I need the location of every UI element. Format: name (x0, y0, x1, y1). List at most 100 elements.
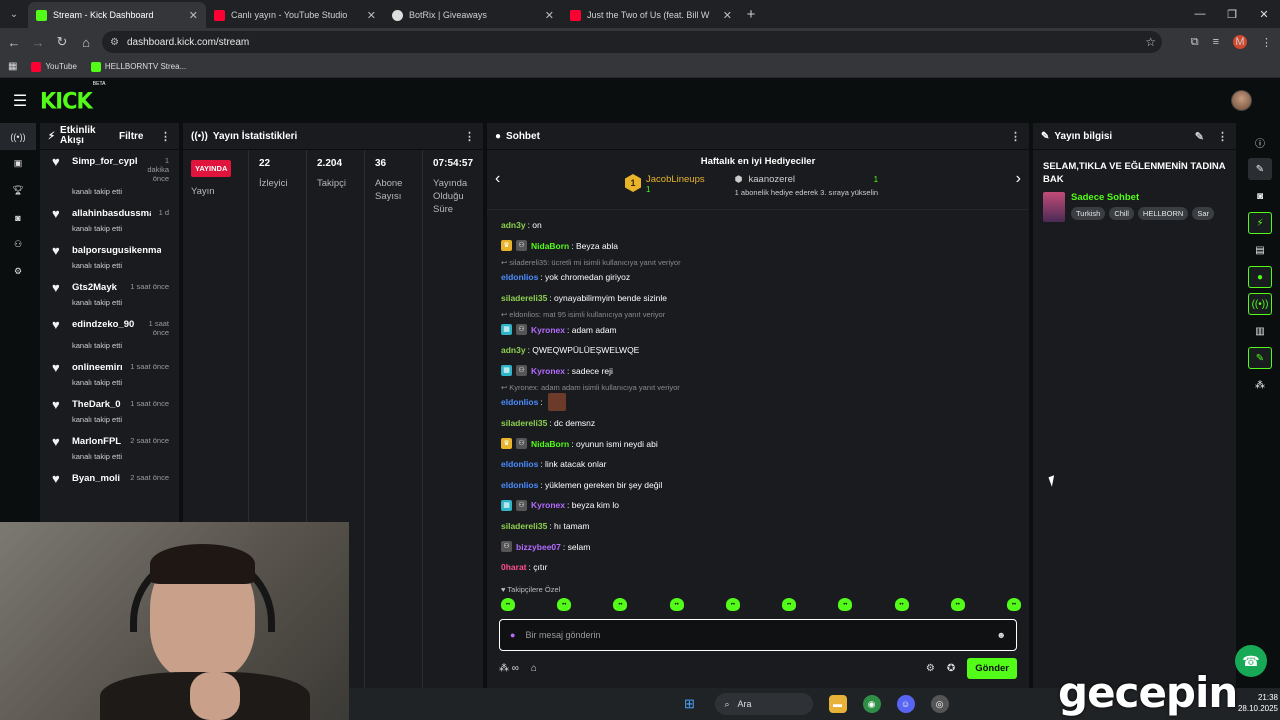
filter-button[interactable]: Filtre (119, 131, 143, 142)
microphone-icon[interactable]: ● (510, 630, 515, 640)
follower-name[interactable]: onlineemirr (72, 362, 122, 373)
close-tab-icon[interactable]: ✕ (189, 9, 198, 22)
obs-icon[interactable]: ◎ (930, 695, 949, 713)
chat-username[interactable]: eldonlios (501, 480, 538, 490)
home-icon[interactable]: ⌂ (74, 35, 98, 50)
emote-icon[interactable]: •• (557, 598, 572, 611)
media-icon[interactable]: ≡ (1213, 36, 1219, 48)
follower-name[interactable]: Simp_for_cypher (72, 156, 137, 167)
follower-name[interactable]: TheDark_0 (72, 399, 122, 410)
tab-search-icon[interactable]: ⌄ (0, 0, 28, 28)
printer-icon[interactable]: ▥ (1248, 320, 1272, 342)
profile-avatar[interactable]: M (1233, 35, 1247, 49)
trophy-icon[interactable]: 🏆︎ (0, 177, 36, 204)
gifter-first[interactable]: 1 JacobLineups 1 (625, 174, 705, 194)
apps-grid-icon[interactable]: ▦ (8, 61, 17, 72)
tag[interactable]: Sar (1192, 207, 1215, 220)
prev-arrow-icon[interactable]: ‹ (495, 170, 500, 188)
points-icon[interactable]: ⁂ ∞ (499, 663, 519, 674)
category-name[interactable]: Sadece Sohbet (1071, 192, 1214, 203)
dashboard-icon[interactable]: ▣ (0, 150, 36, 177)
chat-username[interactable]: 0harat (501, 562, 527, 572)
follower-name[interactable]: allahinbasdussmani1 (72, 208, 151, 219)
capture-icon[interactable]: ◙ (1248, 185, 1272, 207)
more-options-icon[interactable]: ⋮ (1010, 130, 1021, 143)
chat-username[interactable]: eldonlios (501, 459, 538, 469)
follower-name[interactable]: MarlonFPL (72, 436, 122, 447)
emoji-icon[interactable]: ☻ (997, 630, 1006, 640)
chrome-menu-icon[interactable]: ⋮ (1261, 36, 1272, 49)
discord-icon[interactable]: ☺ (896, 695, 915, 713)
more-options-icon[interactable]: ⋮ (464, 130, 475, 143)
emote-icon[interactable]: •• (838, 598, 853, 611)
extensions-icon[interactable]: ⧉ (1191, 36, 1199, 49)
follower-name[interactable]: Byan_moli (72, 473, 122, 484)
chrome-icon[interactable]: ◉ (862, 695, 881, 713)
browser-tab-youtube-studio[interactable]: Canlı yayın - YouTube Studio ✕ (206, 2, 384, 28)
chat-username[interactable]: siladereli35 (501, 418, 547, 428)
chat-username[interactable]: siladereli35 (501, 521, 547, 531)
chat-icon[interactable]: ● (1248, 266, 1272, 288)
system-clock[interactable]: 21:38 28.10.2025 (1238, 688, 1280, 714)
minimize-icon[interactable]: — (1184, 0, 1216, 28)
chat-username[interactable]: adn3y (501, 220, 526, 230)
chat-username[interactable]: adn3y (501, 345, 526, 355)
gifter-second[interactable]: ⬢ kaanozerel 1 1 abonelik hediye ederek … (735, 174, 878, 197)
emote-icon[interactable]: •• (894, 598, 909, 611)
live-broadcast-icon[interactable]: ((•)) (0, 123, 36, 150)
edit-icon[interactable]: ✎ (1248, 158, 1272, 180)
close-tab-icon[interactable]: ✕ (367, 9, 376, 22)
emote-icon[interactable]: •• (782, 598, 797, 611)
url-field[interactable]: ⚙ dashboard.kick.com/stream ☆ (102, 31, 1162, 53)
edit-icon[interactable]: ✎ (1195, 130, 1204, 143)
file-explorer-icon[interactable]: ▬ (828, 695, 847, 713)
browser-tab-kick[interactable]: Stream - Kick Dashboard ✕ (28, 2, 206, 28)
chat-username[interactable]: Kyronex (531, 500, 565, 510)
user-avatar[interactable] (1231, 90, 1252, 111)
kick-logo[interactable]: KICK (40, 88, 93, 113)
follower-name[interactable]: balporsugusikenmayr (72, 245, 161, 256)
lightning-icon[interactable]: ⚡︎ (1248, 212, 1272, 234)
close-tab-icon[interactable]: ✕ (723, 9, 732, 22)
windows-start-icon[interactable]: ⊞ (681, 695, 699, 713)
emote-icon[interactable]: •• (669, 598, 684, 611)
chat-settings-icon[interactable]: ⚙ (926, 663, 935, 674)
more-options-icon[interactable]: ⋮ (160, 130, 171, 143)
document-icon[interactable]: ▤ (1248, 239, 1272, 261)
mod-tools-icon[interactable]: ✪ (947, 663, 955, 674)
tag[interactable]: Turkish (1071, 207, 1106, 220)
tag[interactable]: HELLBORN (1137, 207, 1189, 220)
chat-input[interactable]: ● Bir mesaj gönderin ☻ (499, 619, 1017, 651)
site-info-icon[interactable]: ⚙ (110, 37, 119, 48)
category-thumbnail[interactable] (1043, 192, 1065, 222)
chat-username[interactable]: NidaBorn (531, 241, 569, 251)
chat-username[interactable]: bizzybee07 (516, 542, 561, 552)
browser-tab-botrix[interactable]: BotRix | Giveaways ✕ (384, 2, 562, 28)
emote-icon[interactable]: •• (1006, 598, 1021, 611)
broadcast-icon[interactable]: ((•)) (1248, 293, 1272, 315)
chat-username[interactable]: Kyronex (531, 366, 565, 376)
chat-username[interactable]: NidaBorn (531, 439, 569, 449)
back-icon[interactable]: ← (2, 35, 26, 50)
support-chat-icon[interactable]: ☎ (1235, 645, 1267, 677)
send-button[interactable]: Gönder (967, 657, 1017, 679)
settings-icon[interactable]: ⚙ (0, 258, 36, 285)
new-tab-button[interactable]: + (740, 2, 762, 28)
wrench-icon[interactable]: ✎ (1248, 347, 1272, 369)
store-icon[interactable]: ⌂ (531, 663, 537, 674)
chat-username[interactable]: Kyronex (531, 325, 565, 335)
capture-icon[interactable]: ◙ (0, 204, 36, 231)
next-arrow-icon[interactable]: › (1016, 170, 1021, 188)
emote-icon[interactable]: •• (501, 598, 515, 611)
taskbar-search[interactable]: ⌕ Ara (714, 693, 813, 715)
browser-tab-music[interactable]: Just the Two of Us (feat. Bill W ✕ (562, 2, 740, 28)
chat-username[interactable]: eldonlios (501, 397, 538, 407)
chat-username[interactable]: siladereli35 (501, 293, 547, 303)
emote-icon[interactable]: •• (613, 598, 628, 611)
chat-username[interactable]: eldonlios (501, 272, 538, 282)
tag[interactable]: Chill (1109, 207, 1134, 220)
menu-icon[interactable]: ☰ (0, 91, 40, 111)
bookmark-star-icon[interactable]: ☆ (1145, 35, 1156, 49)
follower-name[interactable]: edindzeko_90 (72, 319, 137, 330)
forward-icon[interactable]: → (26, 35, 50, 50)
